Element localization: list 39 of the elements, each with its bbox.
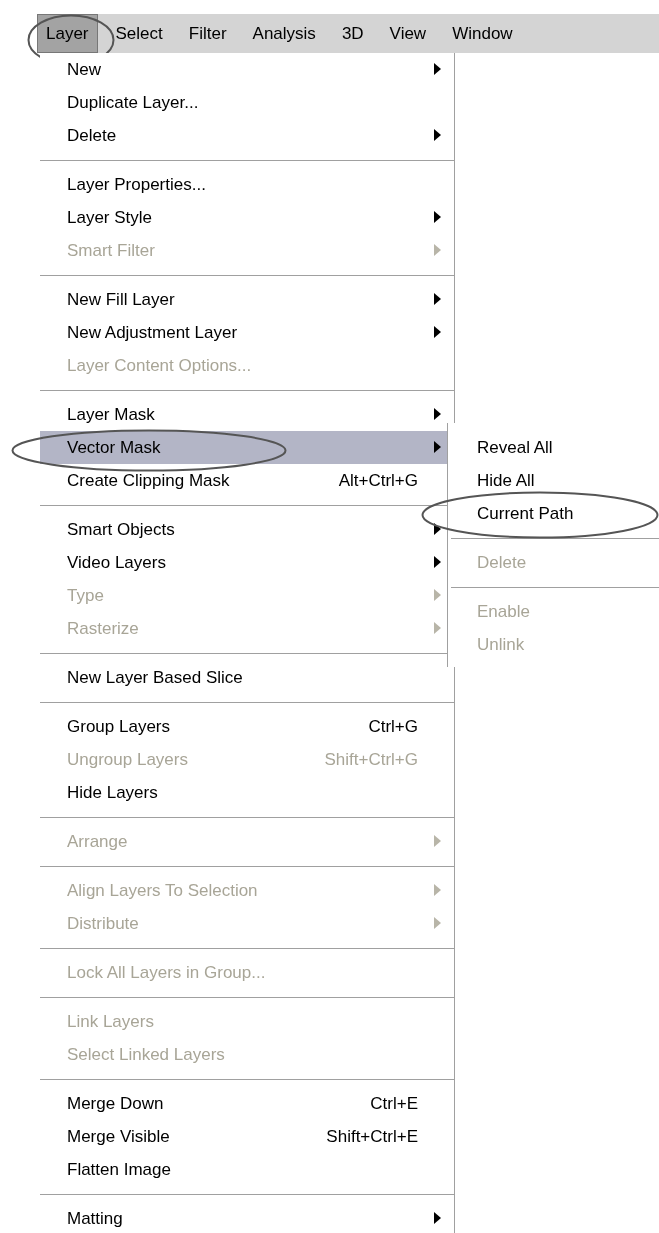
submenu-arrow-icon xyxy=(434,622,441,634)
submenu-arrow-icon xyxy=(434,129,441,141)
menu-bar-item[interactable]: Analysis xyxy=(244,14,324,53)
submenu-arrow-icon xyxy=(434,917,441,929)
menu-item[interactable]: Merge Visible Shift+Ctrl+E xyxy=(40,1120,454,1153)
menu-item[interactable]: Layer Properties... xyxy=(40,168,454,201)
submenu-arrow-icon xyxy=(434,211,441,223)
menu-item[interactable]: Matting xyxy=(40,1202,454,1233)
menu-bar-item[interactable]: Window xyxy=(444,14,521,53)
submenu-arrow-icon xyxy=(434,523,441,535)
submenu-arrow-icon xyxy=(434,556,441,568)
menu-bar-item[interactable]: View xyxy=(381,14,435,53)
menu-item[interactable]: New Fill Layer xyxy=(40,283,454,316)
menu-item[interactable]: Layer Style xyxy=(40,201,454,234)
menu-bar-item[interactable]: Layer xyxy=(37,14,98,53)
submenu-arrow-icon xyxy=(434,835,441,847)
submenu-arrow-icon xyxy=(434,293,441,305)
submenu-arrow-icon xyxy=(434,63,441,75)
menu-item[interactable]: New Adjustment Layer xyxy=(40,316,454,349)
menu-item[interactable]: New Layer Based Slice xyxy=(40,661,454,694)
menu-item[interactable]: Duplicate Layer... xyxy=(40,86,454,119)
menu-bar-item[interactable]: 3D xyxy=(333,14,372,53)
menu-item[interactable]: Merge Down Ctrl+E xyxy=(40,1087,454,1120)
submenu-arrow-icon xyxy=(434,408,441,420)
menu-item[interactable]: Flatten Image xyxy=(40,1153,454,1186)
submenu-arrow-icon xyxy=(434,1212,441,1224)
submenu-arrow-icon xyxy=(434,441,441,453)
menu-bar-item[interactable]: Select xyxy=(107,14,171,53)
menu-item[interactable]: Group Layers Ctrl+G xyxy=(40,710,454,743)
menu-bar-item[interactable]: Filter xyxy=(180,14,235,53)
menu-item[interactable]: Delete xyxy=(40,119,454,152)
submenu-arrow-icon xyxy=(434,244,441,256)
menu-item[interactable]: Smart Objects xyxy=(40,513,454,546)
submenu-arrow-icon xyxy=(434,326,441,338)
menu-item[interactable]: Hide Layers xyxy=(40,776,454,809)
menu-item[interactable]: Layer Mask xyxy=(40,398,454,431)
submenu-arrow-icon xyxy=(434,589,441,601)
submenu-arrow-icon xyxy=(434,884,441,896)
menu-item[interactable]: New xyxy=(40,53,454,86)
